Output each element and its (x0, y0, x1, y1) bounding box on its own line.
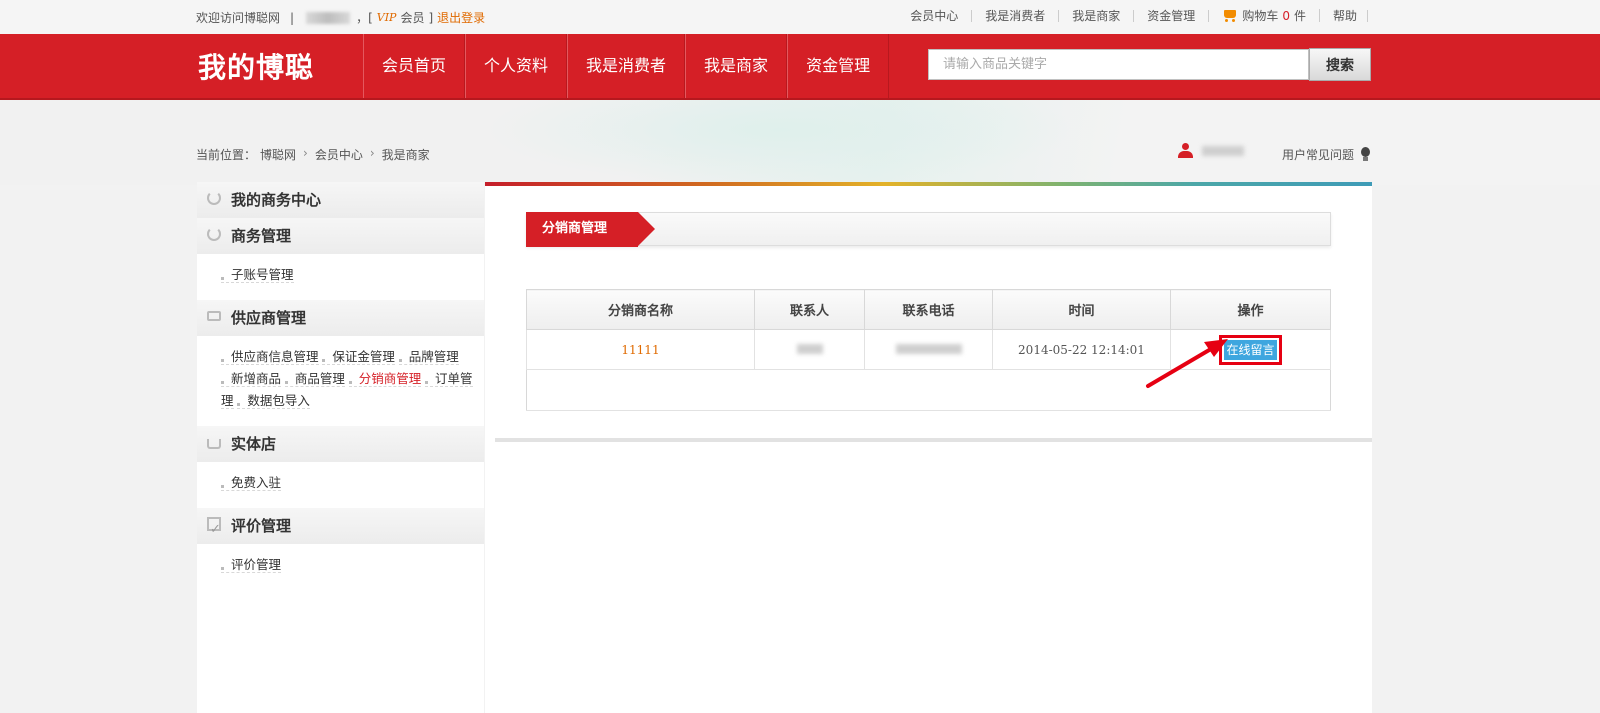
site-logo[interactable]: 我的博聪 (198, 46, 314, 86)
sidebar-item-supplier-info[interactable]: 供应商信息管理 (221, 349, 319, 365)
sidebar-group-store: 实体店 (197, 426, 484, 462)
help-link[interactable]: 帮助 (1320, 9, 1368, 22)
sidebar-list: 供应商信息管理 保证金管理 品牌管理 新增商品 商品管理 分销商管理 订单管理 … (197, 336, 484, 426)
cart-link[interactable]: 购物车 0 件 (1209, 9, 1320, 22)
sidebar-group-supplier: 供应商管理 (197, 300, 484, 336)
column-header-time: 时间 (992, 289, 1171, 330)
sidebar-group-label: 供应商管理 (231, 309, 307, 327)
chevron-right-icon: › (303, 146, 308, 160)
contact-redacted (796, 343, 823, 354)
lightbulb-icon (1360, 146, 1371, 163)
main-content: 分销商管理 分销商名称 联系人 联系电话 时间 操作 11111 2014-05… (485, 182, 1372, 713)
cart-icon (1222, 9, 1238, 22)
contact-cell (754, 329, 865, 370)
refresh-icon (207, 191, 221, 205)
column-header-action: 操作 (1170, 289, 1331, 330)
breadcrumb-member-center[interactable]: 会员中心 (315, 146, 363, 163)
member-level: 会员 (400, 11, 425, 25)
nav-consumer[interactable]: 我是消费者 (567, 34, 686, 98)
bracket-open: ，[ (356, 11, 373, 25)
sidebar-item-reviews[interactable]: 评价管理 (221, 557, 282, 573)
search-input[interactable] (928, 49, 1309, 80)
sidebar-item-brand[interactable]: 品牌管理 (398, 349, 459, 365)
sidebar-item-free-join[interactable]: 免费入驻 (221, 475, 282, 491)
search-bar: 搜索 (928, 48, 1371, 81)
sidebar-list: 子账号管理 (197, 254, 484, 300)
sidebar-item-data-import[interactable]: 数据包导入 (237, 393, 310, 409)
breadcrumb-current: 我是商家 (381, 148, 430, 162)
welcome-area: 欢迎访问博聪网 | ，[ VIP 会员 ] 退出登录 (196, 9, 485, 26)
sidebar-group-label: 评价管理 (231, 517, 292, 535)
faq-link[interactable]: 用户常见问题 (1282, 146, 1371, 163)
decorative-banner (0, 100, 1600, 185)
cart-count: 0 (1282, 8, 1290, 23)
section-header: 分销商管理 (526, 212, 1331, 247)
sidebar: 我的商务中心 商务管理 子账号管理 供应商管理 供应商信息管理 保证金管理 品牌… (197, 182, 484, 713)
chevron-right-icon: › (369, 146, 375, 160)
cart-label: 购物车 (1242, 8, 1279, 23)
distributor-name-link[interactable]: 11111 (621, 343, 659, 357)
sidebar-title: 我的商务中心 (197, 182, 484, 218)
nav-profile[interactable]: 个人资料 (465, 34, 568, 98)
top-link-member-center[interactable]: 会员中心 (897, 9, 973, 22)
nav-merchant[interactable]: 我是商家 (685, 34, 788, 98)
bracket-close: ] (428, 10, 434, 25)
divider: | (290, 10, 295, 25)
column-header-phone: 联系电话 (864, 289, 993, 330)
table-header-row: 分销商名称 联系人 联系电话 时间 操作 (526, 289, 1331, 330)
main-nav: 会员首页 个人资料 我是消费者 我是商家 资金管理 (363, 34, 890, 98)
column-header-name: 分销商名称 (526, 289, 755, 330)
top-link-funds[interactable]: 资金管理 (1134, 9, 1210, 22)
top-link-consumer[interactable]: 我是消费者 (972, 9, 1060, 22)
color-stripe (485, 182, 1372, 186)
annotation-arrow-icon (1146, 339, 1228, 388)
search-button[interactable]: 搜索 (1309, 48, 1371, 81)
checkbox-icon (207, 512, 221, 548)
breadcrumb: 当前位置： 博聪网 › 会员中心 › 我是商家 (196, 146, 430, 163)
sidebar-item-sub-accounts[interactable]: 子账号管理 (221, 267, 294, 283)
top-bar: 欢迎访问博聪网 | ，[ VIP 会员 ] 退出登录 会员中心 我是消费者 我是… (0, 0, 1600, 34)
sidebar-item-distributors[interactable]: 分销商管理 (348, 371, 422, 387)
username-redacted (306, 11, 351, 24)
sidebar-item-products[interactable]: 商品管理 (284, 371, 345, 387)
sidebar-item-deposit[interactable]: 保证金管理 (322, 349, 395, 365)
user-info[interactable] (1178, 143, 1244, 159)
phone-redacted (895, 343, 962, 354)
sidebar-group-reviews: 评价管理 (197, 508, 484, 548)
sidebar-group-label: 商务管理 (231, 227, 292, 245)
faq-label: 用户常见问题 (1282, 148, 1355, 162)
main-header: 我的博聪 会员首页 个人资料 我是消费者 我是商家 资金管理 搜索 (0, 34, 1600, 100)
vip-badge: VIP (376, 11, 397, 24)
card-icon (207, 311, 221, 321)
sidebar-title-label: 我的商务中心 (231, 191, 322, 209)
sidebar-list: 免费入驻 (197, 462, 484, 508)
section-title: 分销商管理 (526, 212, 655, 247)
breadcrumb-prefix: 当前位置： (196, 148, 257, 162)
tray-icon (207, 439, 221, 449)
refresh-icon (207, 227, 221, 241)
divider (495, 438, 1372, 442)
logout-link[interactable]: 退出登录 (437, 9, 485, 26)
distributor-name-cell: 11111 (526, 329, 755, 370)
welcome-text: 欢迎访问博聪网 (196, 11, 281, 25)
sidebar-group-label: 实体店 (231, 435, 277, 453)
username-redacted (1202, 146, 1244, 156)
cart-unit: 件 (1293, 8, 1306, 23)
sidebar-item-new-product[interactable]: 新增商品 (221, 371, 282, 387)
column-header-contact: 联系人 (754, 289, 865, 330)
sidebar-group-business: 商务管理 (197, 218, 484, 254)
nav-member-home[interactable]: 会员首页 (363, 34, 466, 98)
top-links: 会员中心 我是消费者 我是商家 资金管理 购物车 0 件 帮助 (897, 9, 1368, 22)
nav-funds[interactable]: 资金管理 (787, 34, 890, 98)
sidebar-list: 评价管理 (197, 544, 484, 590)
breadcrumb-home[interactable]: 博聪网 (260, 146, 296, 163)
phone-cell (864, 329, 993, 370)
top-link-merchant[interactable]: 我是商家 (1059, 9, 1135, 22)
user-icon (1178, 143, 1193, 159)
